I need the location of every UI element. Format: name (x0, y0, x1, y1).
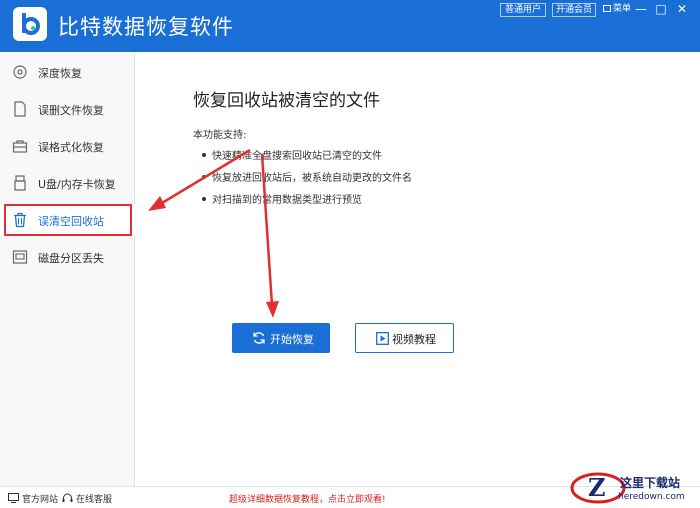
app-title: 比特数据恢复软件 (58, 15, 234, 39)
watermark-text: 这里下载站 (620, 476, 681, 490)
menu-label: 菜单 (612, 4, 631, 14)
tutorial-promo-link[interactable]: 超级详细数据恢复教程，点击立即观看! (229, 492, 386, 505)
feature-item: 快速精准全盘搜索回收站已清空的文件 (202, 147, 382, 162)
online-support-link[interactable]: 在线客服 (62, 492, 112, 505)
menu-button[interactable]: 菜单 (601, 3, 633, 17)
app-logo (13, 7, 47, 41)
bullet-icon (202, 175, 206, 179)
sidebar: 深度恢复 误删文件恢复 误格式化恢复 U盘/内存卡恢复 误清空回收站 磁盘分区丢… (0, 52, 135, 486)
close-icon[interactable]: ✕ (672, 0, 692, 18)
deep-scan-icon (13, 65, 27, 79)
sidebar-item-format-recovery[interactable]: 误格式化恢复 (0, 130, 135, 162)
title-bar: 比特数据恢复软件 普通用户 开通会员 菜单 — □ ✕ (0, 0, 700, 52)
sidebar-item-label: 误删文件恢复 (38, 104, 104, 117)
sidebar-item-deep-recovery[interactable]: 深度恢复 (0, 56, 135, 88)
sidebar-item-label: U盘/内存卡恢复 (38, 178, 116, 191)
video-tutorial-button[interactable]: 视频教程 (355, 323, 454, 353)
sidebar-item-usb-card[interactable]: U盘/内存卡恢复 (0, 167, 135, 199)
sidebar-item-label: 磁盘分区丢失 (38, 252, 104, 265)
feature-text: 对扫描到的常用数据类型进行预览 (212, 195, 362, 206)
feature-item: 恢复放进回收站后，被系统自动更改的文件名 (202, 169, 412, 184)
monitor-icon (8, 493, 19, 503)
bullet-icon (202, 153, 206, 157)
online-support-label: 在线客服 (76, 495, 113, 505)
sidebar-item-partition-lost[interactable]: 磁盘分区丢失 (0, 241, 135, 273)
normal-user-button[interactable]: 普通用户 (500, 3, 546, 17)
highlight-box (4, 204, 132, 236)
start-recovery-label: 开始恢复 (270, 333, 314, 346)
official-website-link[interactable]: 官方网站 (8, 492, 58, 505)
video-tutorial-label: 视频教程 (392, 333, 436, 346)
open-vip-button[interactable]: 开通会员 (552, 3, 596, 17)
official-website-label: 官方网站 (22, 495, 59, 505)
arrow-to-sidebar-head (148, 196, 166, 211)
svg-text:Z: Z (588, 473, 606, 502)
watermark-sub: heredown.com (618, 492, 685, 502)
bullet-icon (202, 197, 206, 201)
support-label: 本功能支持: (193, 130, 247, 141)
start-recovery-button[interactable]: 开始恢复 (232, 323, 330, 353)
menu-icon (602, 5, 611, 12)
feature-item: 对扫描到的常用数据类型进行预览 (202, 191, 362, 206)
sidebar-item-deleted-files[interactable]: 误删文件恢复 (0, 93, 135, 125)
sidebar-item-label: 深度恢复 (38, 67, 82, 80)
minimize-icon[interactable]: — (631, 0, 651, 18)
usb-icon (14, 175, 26, 191)
headset-icon (62, 493, 73, 502)
refresh-icon (253, 332, 265, 344)
page-title: 恢复回收站被清空的文件 (193, 91, 380, 111)
arrow-to-start-button-head (266, 301, 279, 318)
feature-text: 恢复放进回收站后，被系统自动更改的文件名 (212, 173, 412, 184)
video-icon (376, 332, 389, 345)
feature-text: 快速精准全盘搜索回收站已清空的文件 (212, 151, 382, 162)
sidebar-item-label: 误格式化恢复 (38, 141, 104, 154)
disk-icon (12, 250, 28, 264)
maximize-icon[interactable]: □ (651, 0, 671, 18)
file-icon (14, 101, 26, 117)
format-icon (12, 140, 28, 153)
